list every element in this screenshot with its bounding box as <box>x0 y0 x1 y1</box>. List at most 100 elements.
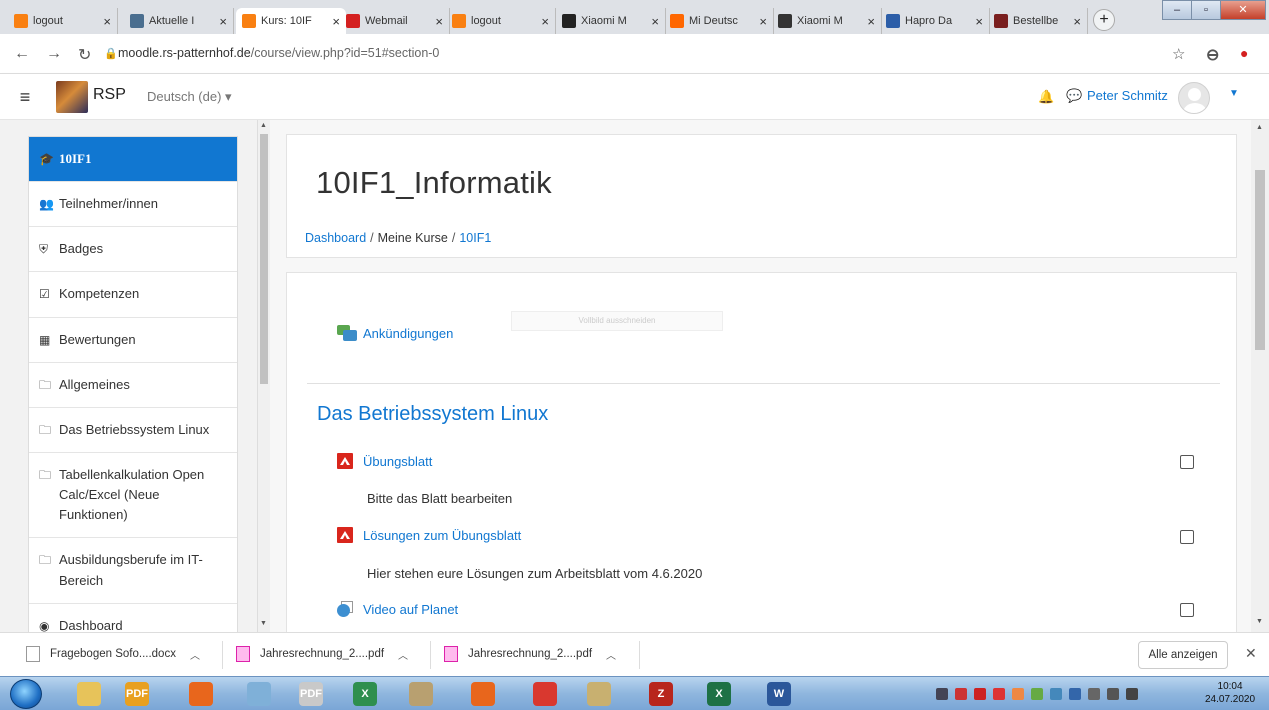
tab-title[interactable]: Hapro Da <box>905 15 971 27</box>
signal-icon[interactable] <box>1107 688 1119 700</box>
close-icon[interactable]: ✕ <box>1245 645 1257 662</box>
minimize-button[interactable]: – <box>1162 0 1192 20</box>
browser-tab[interactable]: Xiaomi M × <box>556 8 666 34</box>
reload-icon[interactable]: ↻ <box>78 45 91 65</box>
section-title[interactable]: Das Betriebssystem Linux <box>317 403 548 426</box>
drawer-item-label[interactable]: Tabellenkalkulation Open Calc/Excel (Neu… <box>59 465 227 525</box>
browser-tab[interactable]: logout × <box>8 8 118 34</box>
activity-link[interactable]: Übungsblatt <box>363 454 432 469</box>
drawer-item[interactable]: ⛨ Badges <box>29 227 237 273</box>
announcements-label[interactable]: Ankündigungen <box>363 326 453 341</box>
user-name[interactable]: Peter Schmitz <box>1087 88 1168 103</box>
tray-icon[interactable] <box>1012 688 1024 700</box>
download-filename[interactable]: Jahresrechnung_2....pdf <box>468 648 592 660</box>
site-logo[interactable] <box>56 81 88 113</box>
activity-item[interactable]: Lösungen zum Übungsblatt <box>337 527 521 543</box>
drawer-item-label[interactable]: Bewertungen <box>59 330 136 350</box>
completion-checkbox[interactable] <box>1180 455 1194 469</box>
breadcrumb-course[interactable]: 10IF1 <box>459 231 491 245</box>
browser-tab[interactable]: Mi Deutsc × <box>664 8 774 34</box>
drawer-item[interactable]: 👥 Teilnehmer/innen <box>29 182 237 228</box>
browser-tab[interactable]: logout × <box>446 8 556 34</box>
drawer-item[interactable]: 🎓 10IF1 <box>29 137 237 183</box>
drawer-item-label[interactable]: Dashboard <box>59 616 123 632</box>
close-tab-icon[interactable]: × <box>975 14 983 29</box>
drawer-item-label[interactable]: 10IF1 <box>59 149 92 169</box>
tray-icon[interactable] <box>1031 688 1043 700</box>
tray-icon[interactable] <box>993 688 1005 700</box>
close-tab-icon[interactable]: × <box>867 14 875 29</box>
taskbar-app[interactable] <box>578 680 620 708</box>
taskbar-app[interactable]: X <box>344 680 386 708</box>
drawer-item[interactable]: 🗀 Tabellenkalkulation Open Calc/Excel (Ne… <box>29 453 237 539</box>
drawer-item[interactable]: ☑ Kompetenzen <box>29 272 237 318</box>
activity-link[interactable]: Video auf Planet <box>363 602 458 617</box>
star-icon[interactable]: ☆ <box>1172 45 1185 63</box>
taskbar-app[interactable]: W <box>758 680 800 708</box>
download-filename[interactable]: Jahresrechnung_2....pdf <box>260 648 384 660</box>
site-name[interactable]: RSP <box>93 86 126 104</box>
tray-icon[interactable] <box>1050 688 1062 700</box>
tab-title[interactable]: Xiaomi M <box>797 15 863 27</box>
page-scrollbar[interactable]: ▲ ▼ <box>1251 120 1269 632</box>
chevron-up-icon[interactable]: ︿ <box>190 647 200 662</box>
close-tab-icon[interactable]: × <box>759 14 767 29</box>
browser-tab[interactable]: Kurs: 10IF × <box>236 8 346 34</box>
show-all-button[interactable]: Alle anzeigen <box>1138 641 1228 669</box>
activity-link[interactable]: Lösungen zum Übungsblatt <box>363 528 521 543</box>
taskbar-app[interactable]: Z <box>640 680 682 708</box>
chevron-down-icon[interactable]: ▼ <box>1229 88 1239 99</box>
taskbar-app[interactable] <box>462 680 504 708</box>
back-icon[interactable]: ← <box>14 45 30 63</box>
browser-tab[interactable]: Hapro Da × <box>880 8 990 34</box>
activity-item[interactable]: Übungsblatt <box>337 453 432 469</box>
language-menu[interactable]: Deutsch (de) ▾ <box>147 89 232 105</box>
close-tab-icon[interactable]: × <box>435 14 443 29</box>
browser-tab[interactable]: Webmail × <box>340 8 450 34</box>
tray-icon[interactable] <box>1069 688 1081 700</box>
new-tab-button[interactable]: + <box>1093 9 1115 31</box>
chevron-up-icon[interactable]: ︿ <box>398 647 408 662</box>
volume-icon[interactable] <box>1126 688 1138 700</box>
close-tab-icon[interactable]: × <box>332 14 340 29</box>
browser-tab[interactable]: Aktuelle I × <box>124 8 234 34</box>
taskbar-app[interactable]: X <box>698 680 740 708</box>
maximize-button[interactable]: ▫ <box>1191 0 1221 20</box>
tab-title[interactable]: logout <box>471 15 537 27</box>
close-tab-icon[interactable]: × <box>651 14 659 29</box>
activity-item[interactable]: Video auf Planet <box>337 601 458 617</box>
download-item[interactable]: Jahresrechnung_2....pdf ︿ <box>236 646 408 662</box>
completion-checkbox[interactable] <box>1180 603 1194 617</box>
drawer-item-label[interactable]: Allgemeines <box>59 375 130 395</box>
drawer-item-label[interactable]: Badges <box>59 239 103 259</box>
download-item[interactable]: Jahresrechnung_2....pdf ︿ <box>444 646 616 662</box>
tray-icon[interactable] <box>955 688 967 700</box>
tab-title[interactable]: Kurs: 10IF <box>261 15 328 27</box>
close-tab-icon[interactable]: × <box>1073 14 1081 29</box>
taskbar-app[interactable] <box>68 680 110 708</box>
breadcrumb-courses[interactable]: Meine Kurse <box>378 231 448 245</box>
drawer-item-label[interactable]: Teilnehmer/innen <box>59 194 158 214</box>
drawer-scrollbar[interactable]: ▲ ▼ <box>258 120 270 632</box>
bell-icon[interactable]: 🔔 <box>1038 89 1054 105</box>
completion-checkbox[interactable] <box>1180 530 1194 544</box>
battery-icon[interactable] <box>1088 688 1100 700</box>
taskbar-app[interactable]: PDF <box>116 680 158 708</box>
breadcrumb-dashboard[interactable]: Dashboard <box>305 231 366 245</box>
profile-icon[interactable]: ⊖ <box>1206 45 1219 65</box>
browser-tab[interactable]: Xiaomi M × <box>772 8 882 34</box>
close-tab-icon[interactable]: × <box>541 14 549 29</box>
taskbar-app[interactable]: PDF <box>290 680 332 708</box>
tab-title[interactable]: Webmail <box>365 15 431 27</box>
tab-title[interactable]: Aktuelle I <box>149 15 215 27</box>
drawer-item-label[interactable]: Das Betriebssystem Linux <box>59 420 209 440</box>
taskbar-app[interactable] <box>180 680 222 708</box>
taskbar-app[interactable] <box>238 680 280 708</box>
download-item[interactable]: Fragebogen Sofo....docx ︿ <box>26 646 200 662</box>
drawer-item[interactable]: ◉ Dashboard <box>29 604 237 632</box>
tray-icon[interactable] <box>974 688 986 700</box>
tab-title[interactable]: Bestellbe <box>1013 15 1069 27</box>
forward-icon[interactable]: → <box>46 45 62 63</box>
tab-title[interactable]: Xiaomi M <box>581 15 647 27</box>
tray-icon[interactable] <box>936 688 948 700</box>
